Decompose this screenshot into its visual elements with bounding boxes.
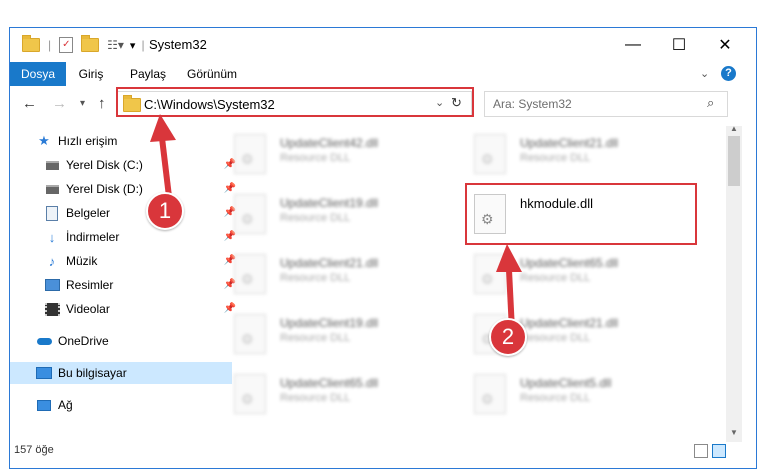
step-badge-1: 1 — [146, 192, 184, 230]
step-badge-2: 2 — [489, 318, 527, 356]
annotation-arrows — [150, 114, 522, 331]
